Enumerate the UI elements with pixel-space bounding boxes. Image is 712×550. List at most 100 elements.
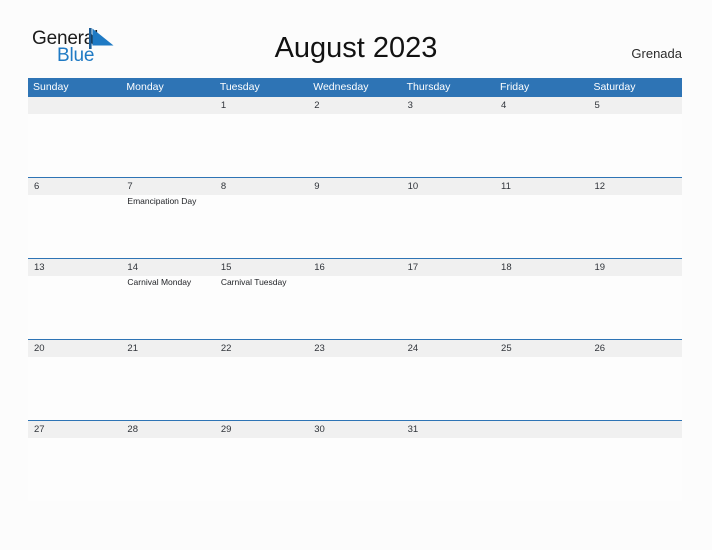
day-number[interactable]: 3 (402, 97, 495, 114)
weekday-header-row: Sunday Monday Tuesday Wednesday Thursday… (28, 78, 682, 96)
day-number[interactable]: 17 (402, 259, 495, 276)
day-number[interactable]: 8 (215, 178, 308, 195)
day-cell[interactable] (215, 357, 308, 420)
week-row: 6 7 8 9 10 11 12 Emancipation Day (28, 177, 682, 258)
day-number[interactable]: 1 (215, 97, 308, 114)
day-number[interactable]: 14 (121, 259, 214, 276)
month-calendar: Sunday Monday Tuesday Wednesday Thursday… (28, 78, 682, 501)
day-cell[interactable] (588, 438, 681, 501)
day-number[interactable]: 29 (215, 421, 308, 438)
day-cell[interactable] (121, 357, 214, 420)
day-number[interactable]: 25 (495, 340, 588, 357)
day-cell[interactable] (28, 357, 121, 420)
day-cell[interactable] (308, 438, 401, 501)
day-cell[interactable] (495, 195, 588, 258)
weekday-header-friday: Friday (500, 81, 530, 93)
day-number[interactable]: 5 (588, 97, 681, 114)
day-cell[interactable] (588, 357, 681, 420)
day-number[interactable]: 12 (588, 178, 681, 195)
weekday-header-wednesday: Wednesday (313, 81, 369, 93)
weekday-header-sunday: Sunday (33, 81, 69, 93)
day-number[interactable] (28, 97, 121, 114)
weekday-header-tuesday: Tuesday (219, 81, 260, 93)
day-number[interactable]: 21 (121, 340, 214, 357)
day-cell[interactable] (28, 195, 121, 258)
day-number[interactable]: 19 (588, 259, 681, 276)
event-label: Carnival Monday (127, 277, 192, 287)
day-cell[interactable] (308, 357, 401, 420)
day-number[interactable]: 2 (308, 97, 401, 114)
day-cell[interactable] (215, 438, 308, 501)
day-cell[interactable]: Carnival Monday (121, 276, 214, 339)
week-row: 20 21 22 23 24 25 26 (28, 339, 682, 420)
day-number[interactable]: 18 (495, 259, 588, 276)
day-events-band (28, 114, 682, 177)
day-cell[interactable] (588, 276, 681, 339)
day-cell[interactable] (121, 438, 214, 501)
week-row: 1 2 3 4 5 (28, 96, 682, 177)
week-row: 27 28 29 30 31 (28, 420, 682, 501)
day-cell[interactable] (215, 114, 308, 177)
day-cell[interactable] (495, 438, 588, 501)
day-number[interactable]: 6 (28, 178, 121, 195)
event-label: Carnival Tuesday (220, 277, 287, 287)
day-events-band: Emancipation Day (28, 195, 682, 258)
day-cell[interactable]: Carnival Tuesday (215, 276, 308, 339)
day-cell[interactable] (495, 276, 588, 339)
day-cell[interactable] (495, 114, 588, 177)
day-number[interactable]: 10 (402, 178, 495, 195)
day-number[interactable]: 24 (402, 340, 495, 357)
day-events-band: Carnival Monday Carnival Tuesday (28, 276, 682, 339)
day-number[interactable]: 30 (308, 421, 401, 438)
day-number-band: 13 14 15 16 17 18 19 (28, 259, 682, 276)
day-number[interactable]: 22 (215, 340, 308, 357)
day-cell[interactable] (402, 438, 495, 501)
day-cell[interactable] (495, 357, 588, 420)
day-cell[interactable] (308, 276, 401, 339)
region-label: Grenada (631, 46, 682, 61)
page-title: August 2023 (274, 32, 438, 64)
event-label: Emancipation Day (127, 196, 197, 206)
day-cell[interactable] (402, 357, 495, 420)
day-number[interactable]: 28 (121, 421, 214, 438)
day-cell[interactable]: Emancipation Day (121, 195, 214, 258)
day-events-band (28, 357, 682, 420)
day-number-band: 6 7 8 9 10 11 12 (28, 178, 682, 195)
day-number[interactable] (588, 421, 681, 438)
day-cell[interactable] (402, 276, 495, 339)
day-number-band: 20 21 22 23 24 25 26 (28, 340, 682, 357)
day-number-band: 27 28 29 30 31 (28, 421, 682, 438)
day-number[interactable]: 20 (28, 340, 121, 357)
day-cell[interactable] (308, 114, 401, 177)
day-cell[interactable] (588, 195, 681, 258)
week-row: 13 14 15 16 17 18 19 Carnival Monday Car… (28, 258, 682, 339)
day-cell[interactable] (215, 195, 308, 258)
day-number[interactable]: 16 (308, 259, 401, 276)
page-header: General Blue August 2023 Grenada (0, 0, 712, 76)
day-number[interactable]: 9 (308, 178, 401, 195)
day-cell[interactable] (308, 195, 401, 258)
day-cell[interactable] (588, 114, 681, 177)
day-cell[interactable] (28, 438, 121, 501)
day-events-band (28, 438, 682, 501)
day-number[interactable]: 13 (28, 259, 121, 276)
day-number[interactable]: 23 (308, 340, 401, 357)
day-number[interactable]: 31 (402, 421, 495, 438)
weekday-header-saturday: Saturday (593, 81, 636, 93)
day-cell[interactable] (28, 114, 121, 177)
calendar-page: General Blue August 2023 Grenada Sunday … (0, 0, 712, 550)
day-cell[interactable] (28, 276, 121, 339)
day-number[interactable] (121, 97, 214, 114)
day-number[interactable]: 4 (495, 97, 588, 114)
day-cell[interactable] (121, 114, 214, 177)
day-cell[interactable] (402, 114, 495, 177)
day-number[interactable]: 11 (495, 178, 588, 195)
day-number[interactable] (495, 421, 588, 438)
day-number[interactable]: 26 (588, 340, 681, 357)
weekday-header-monday: Monday (126, 81, 164, 93)
day-number[interactable]: 27 (28, 421, 121, 438)
weekday-header-thursday: Thursday (406, 81, 451, 93)
day-number[interactable]: 15 (215, 259, 308, 276)
day-cell[interactable] (402, 195, 495, 258)
day-number[interactable]: 7 (121, 178, 214, 195)
